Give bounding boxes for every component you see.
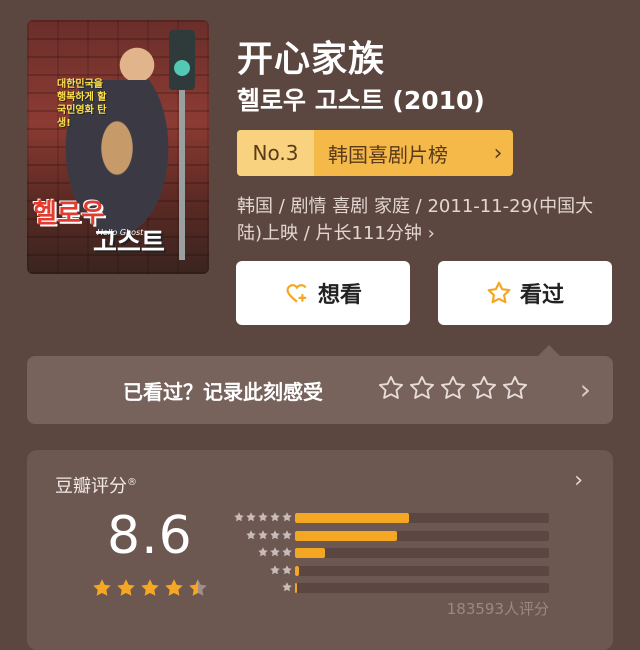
rating-bar-fill	[295, 513, 410, 523]
small-star-icon	[270, 564, 280, 574]
small-star-icon	[282, 547, 292, 557]
full-star-icon	[141, 579, 159, 596]
poster-subtitle: Hello Ghost	[97, 228, 144, 237]
heart-plus-icon	[286, 284, 307, 303]
movie-poster[interactable]: 대한민국을 행복하게 할 국민영화 탄생! 헬로우 고스트 Hello Ghos…	[27, 20, 209, 274]
small-star-icon	[246, 529, 256, 539]
movie-title: 开心家族	[237, 39, 386, 80]
rating-bar-track	[295, 530, 549, 541]
watched-button[interactable]: 看过	[438, 261, 612, 325]
poster-tagline: 대한민국을 행복하게 할 국민영화 탄생!	[57, 79, 107, 129]
full-star-icon	[165, 579, 183, 596]
rating-source: 豆瓣评分®	[55, 472, 137, 498]
rating-bar-track	[295, 513, 549, 523]
chevron-right-icon: ›	[493, 140, 503, 166]
watched-label: 看过	[519, 283, 564, 308]
rating-bar-fill	[295, 565, 299, 576]
rating-bar-fill	[295, 548, 326, 558]
rating-score: 8.6	[107, 506, 193, 566]
half-star-icon	[189, 579, 207, 596]
small-star-icon	[258, 547, 268, 557]
rating-source-label: 豆瓣评分	[55, 476, 127, 497]
rating-bar-fill	[295, 583, 298, 593]
rating-stars	[91, 577, 209, 599]
full-star-icon	[117, 579, 135, 596]
rating-row-2-star	[221, 563, 556, 581]
rating-row-1-star	[221, 580, 556, 598]
rate-stars[interactable]	[377, 374, 529, 402]
small-star-icon	[234, 512, 244, 522]
rating-bar-track	[295, 583, 549, 593]
poster-logo-line1: 헬로우	[33, 199, 105, 229]
pointer-caret	[537, 345, 561, 357]
star-icon	[487, 281, 511, 304]
rating-row-5-star	[221, 510, 556, 528]
empty-star-icon[interactable]	[470, 374, 498, 402]
small-star-icon	[282, 512, 292, 522]
chevron-right-icon[interactable]: ›	[574, 468, 583, 493]
chevron-right-icon[interactable]: ›	[580, 373, 591, 406]
rate-prompt-bar[interactable]: 已看过？记录此刻感受 ›	[27, 345, 613, 424]
rank-badge[interactable]: No.3 韩国喜剧片榜 ›	[237, 130, 513, 176]
empty-star-icon[interactable]	[439, 374, 467, 402]
empty-star-icon[interactable]	[408, 374, 436, 402]
rating-bar-track	[295, 548, 549, 558]
row-stars	[257, 546, 293, 558]
small-star-icon	[282, 529, 292, 539]
full-star-icon	[93, 579, 111, 596]
small-star-icon	[282, 564, 292, 574]
small-star-icon	[258, 529, 268, 539]
movie-meta[interactable]: 韩国 / 剧情 喜剧 家庭 / 2011-11-29(中国大陆)上映 / 片长1…	[237, 193, 617, 247]
rating-row-4-star	[221, 528, 556, 546]
row-stars	[233, 511, 293, 523]
empty-star-icon[interactable]	[501, 374, 529, 402]
small-star-icon	[258, 512, 268, 522]
small-star-icon	[270, 547, 280, 557]
small-star-icon	[270, 529, 280, 539]
small-star-icon	[282, 582, 292, 592]
registered-mark: ®	[127, 477, 137, 488]
rating-bar-fill	[295, 530, 397, 541]
row-stars	[269, 564, 293, 576]
want-label: 想看	[317, 283, 362, 308]
rating-row-3-star	[221, 545, 556, 563]
rank-number: No.3	[237, 130, 314, 176]
rating-count: 183593人评分	[446, 600, 549, 618]
douban-rating-card[interactable]: 豆瓣评分® › 8.6 183593人评分	[27, 450, 613, 650]
rate-prompt-text: 已看过？记录此刻感受	[123, 380, 323, 404]
rating-distribution	[221, 510, 556, 598]
small-star-icon	[246, 512, 256, 522]
empty-star-icon[interactable]	[377, 374, 405, 402]
rating-bar-track	[295, 565, 549, 576]
rank-list-name: 韩国喜剧片榜	[328, 142, 448, 167]
row-stars	[281, 581, 293, 593]
want-to-watch-button[interactable]: 想看	[236, 261, 410, 325]
row-stars	[245, 529, 293, 541]
movie-original-title: 헬로우 고스트 (2010)	[237, 86, 485, 115]
traffic-light	[169, 30, 195, 90]
small-star-icon	[270, 512, 280, 522]
